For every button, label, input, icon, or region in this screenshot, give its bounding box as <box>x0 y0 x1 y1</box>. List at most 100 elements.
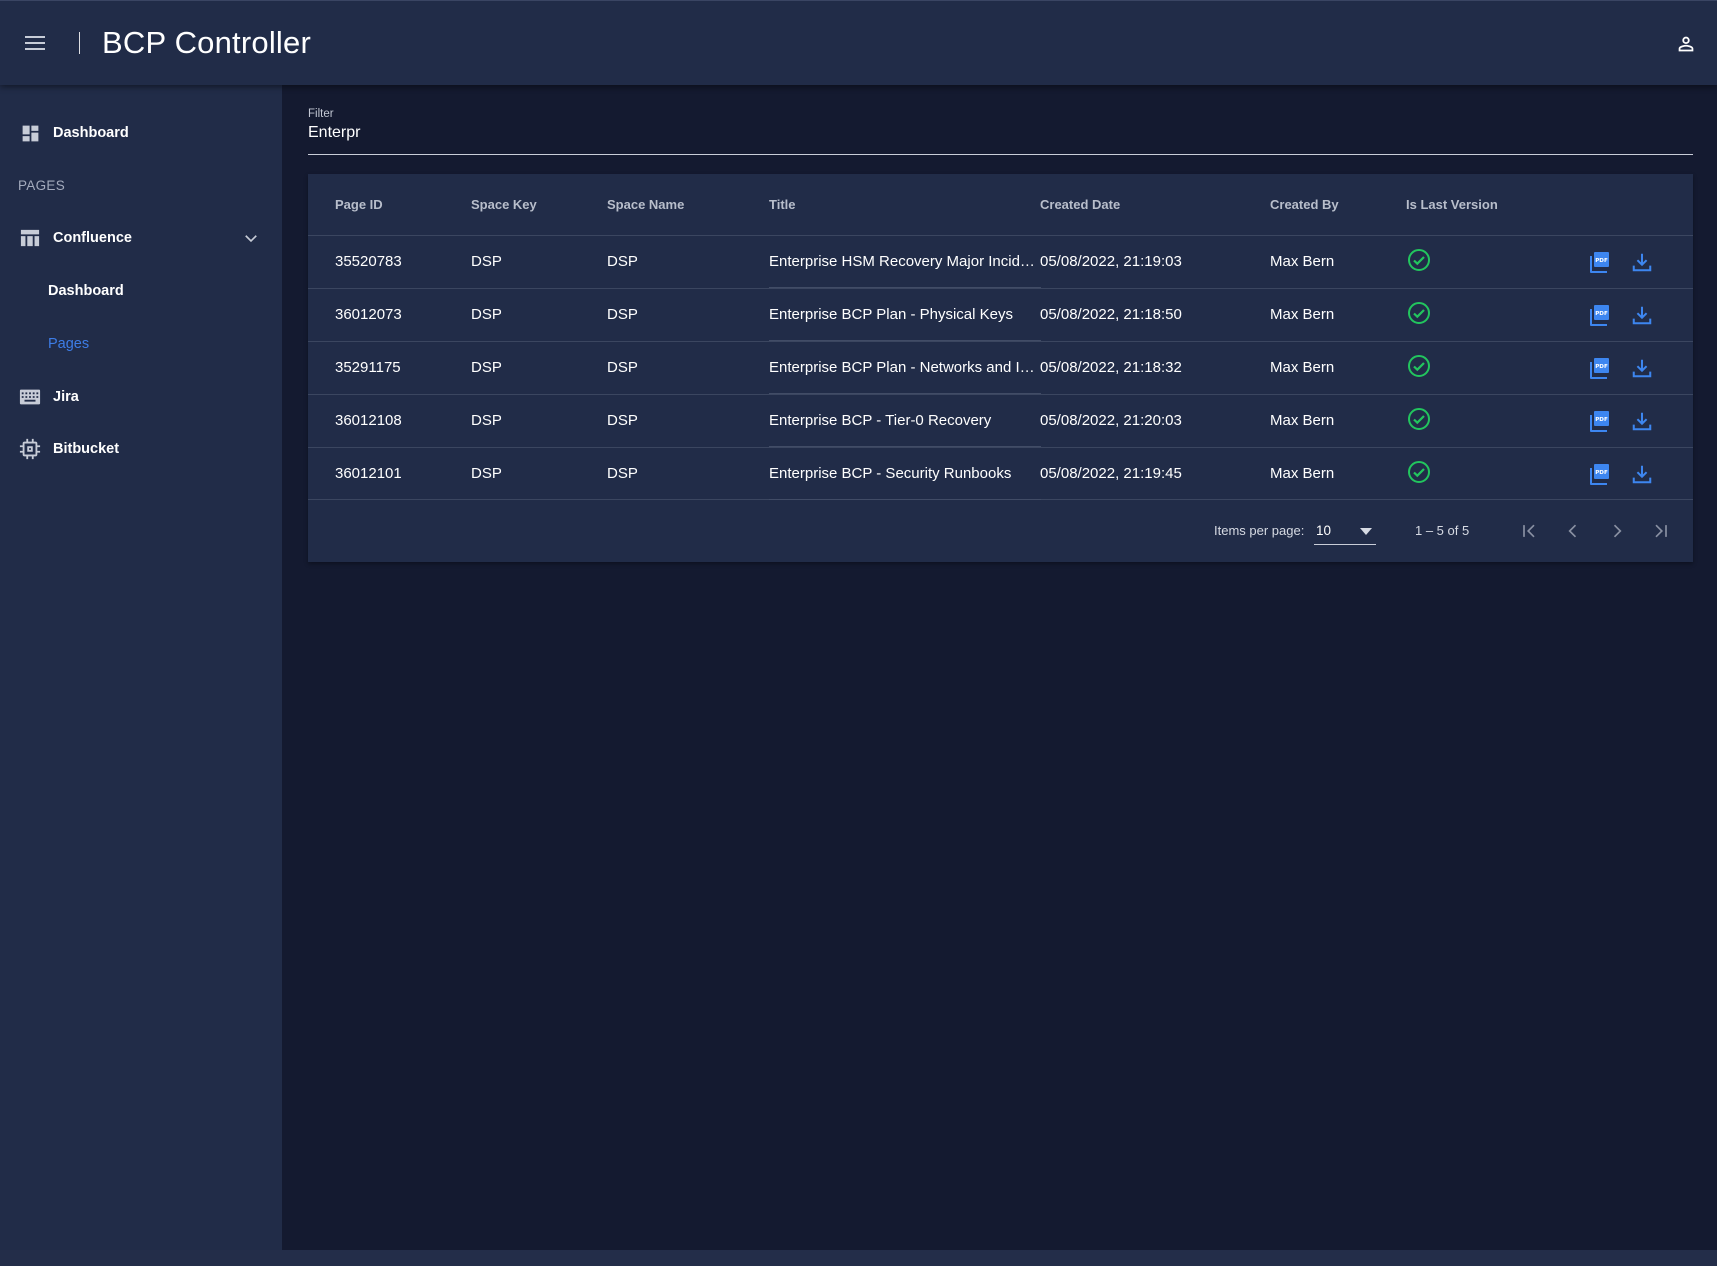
cell-created-by: Max Bern <box>1270 253 1335 270</box>
svg-text:PDF: PDF <box>1595 311 1608 317</box>
cell-space-name: DSP <box>607 465 638 482</box>
table-row[interactable]: 36012108 DSP DSP Enterprise BCP - Tier-0… <box>308 394 1693 447</box>
cell-space-name: DSP <box>607 412 638 429</box>
column-header-page-id[interactable]: Page ID <box>335 174 383 235</box>
filter-field[interactable]: Filter <box>308 108 1693 155</box>
chevron-down-icon[interactable] <box>242 229 260 247</box>
picture-as-pdf-icon[interactable]: PDF <box>1586 461 1612 487</box>
sidebar-item-bitbucket[interactable]: Bitbucket <box>0 427 282 471</box>
sidebar-item-label: Bitbucket <box>53 441 120 457</box>
table-header: Page ID Space Key Space Name Title Creat… <box>308 174 1693 235</box>
cell-created-date: 05/08/2022, 21:19:03 <box>1040 253 1182 270</box>
cell-page-id: 36012108 <box>335 412 402 429</box>
chip-icon <box>19 438 41 460</box>
pages-table: Page ID Space Key Space Name Title Creat… <box>308 174 1693 562</box>
picture-as-pdf-icon[interactable]: PDF <box>1586 408 1612 434</box>
cell-space-key: DSP <box>471 306 502 323</box>
table-icon <box>19 227 41 249</box>
cell-space-key: DSP <box>471 465 502 482</box>
column-header-space-name[interactable]: Space Name <box>607 174 684 235</box>
sidebar-item-confluence[interactable]: Confluence <box>0 216 282 260</box>
cell-title: Enterprise BCP Plan - Networks and In… <box>769 342 1041 394</box>
previous-page-button[interactable] <box>1559 517 1587 545</box>
sidebar-item-label: Dashboard <box>48 283 124 299</box>
download-icon[interactable] <box>1629 355 1655 381</box>
menu-icon <box>25 36 45 50</box>
filter-input[interactable] <box>308 124 1693 142</box>
cell-created-date: 05/08/2022, 21:20:03 <box>1040 412 1182 429</box>
cell-title: Enterprise BCP - Tier-0 Recovery <box>769 395 1041 447</box>
picture-as-pdf-icon[interactable]: PDF <box>1586 302 1612 328</box>
cell-space-name: DSP <box>607 253 638 270</box>
cell-space-key: DSP <box>471 359 502 376</box>
title-divider <box>79 32 80 54</box>
range-label: 1 – 5 of 5 <box>1415 523 1470 538</box>
check-circle-icon <box>1406 406 1432 432</box>
next-page-button[interactable] <box>1603 517 1631 545</box>
sidebar-item-dashboard[interactable]: Dashboard <box>0 111 282 155</box>
cell-page-id: 35520783 <box>335 253 402 270</box>
dashboard-grid-icon <box>19 122 41 144</box>
first-page-button[interactable] <box>1515 517 1543 545</box>
column-header-created-by[interactable]: Created By <box>1270 174 1339 235</box>
cell-space-name: DSP <box>607 359 638 376</box>
column-header-title[interactable]: Title <box>769 174 796 235</box>
picture-as-pdf-icon[interactable]: PDF <box>1586 249 1612 275</box>
menu-button[interactable] <box>0 1 70 86</box>
table-row[interactable]: 35291175 DSP DSP Enterprise BCP Plan - N… <box>308 341 1693 394</box>
cell-page-id: 36012101 <box>335 465 402 482</box>
svg-text:PDF: PDF <box>1595 470 1608 476</box>
table-row[interactable]: 36012073 DSP DSP Enterprise BCP Plan - P… <box>308 288 1693 341</box>
cell-page-id: 36012073 <box>335 306 402 323</box>
account-icon <box>1678 36 1694 52</box>
app-title: BCP Controller <box>102 25 311 60</box>
last-page-button[interactable] <box>1647 517 1675 545</box>
column-header-space-key[interactable]: Space Key <box>471 174 537 235</box>
cell-title: Enterprise HSM Recovery Major Incid… <box>769 236 1041 288</box>
cell-created-date: 05/08/2022, 21:18:50 <box>1040 306 1182 323</box>
cell-created-by: Max Bern <box>1270 359 1335 376</box>
sidebar-item-label: Confluence <box>53 230 132 246</box>
account-button[interactable] <box>1669 27 1703 61</box>
column-header-is-last-version[interactable]: Is Last Version <box>1406 174 1498 235</box>
items-per-page-label: Items per page: <box>1214 523 1305 538</box>
sidebar-item-jira[interactable]: Jira <box>0 375 282 419</box>
table-row[interactable]: 36012101 DSP DSP Enterprise BCP - Securi… <box>308 447 1693 500</box>
sidebar-item-label: Dashboard <box>53 125 129 141</box>
page-size-value: 10 <box>1316 523 1332 538</box>
filter-label: Filter <box>308 108 334 120</box>
download-icon[interactable] <box>1629 408 1655 434</box>
cell-space-key: DSP <box>471 253 502 270</box>
cell-space-key: DSP <box>471 412 502 429</box>
sidebar-item-label: Pages <box>48 336 90 352</box>
cell-title: Enterprise BCP - Security Runbooks <box>769 448 1041 500</box>
last-page-icon <box>1655 524 1667 538</box>
cell-page-id: 35291175 <box>335 359 401 376</box>
svg-text:PDF: PDF <box>1595 258 1608 264</box>
picture-as-pdf-icon[interactable]: PDF <box>1586 355 1612 381</box>
first-page-icon <box>1523 524 1535 538</box>
cell-title: Enterprise BCP Plan - Physical Keys <box>769 289 1041 341</box>
download-icon[interactable] <box>1629 461 1655 487</box>
keyboard-icon <box>19 386 41 408</box>
top-app-bar: BCP Controller <box>0 0 1717 85</box>
check-circle-icon <box>1406 459 1432 485</box>
page-size-select[interactable]: 10 <box>1314 515 1376 545</box>
cell-created-by: Max Bern <box>1270 306 1335 323</box>
check-circle-icon <box>1406 300 1432 326</box>
download-icon[interactable] <box>1629 302 1655 328</box>
cell-created-date: 05/08/2022, 21:19:45 <box>1040 465 1182 482</box>
sidebar-item-confluence-dashboard[interactable]: Dashboard <box>0 269 282 313</box>
cell-created-date: 05/08/2022, 21:18:32 <box>1040 359 1182 376</box>
sidebar-item-confluence-pages[interactable]: Pages <box>0 322 282 366</box>
chevron-left-icon <box>1568 524 1577 538</box>
dropdown-arrow-icon <box>1360 528 1372 535</box>
table-row[interactable]: 35520783 DSP DSP Enterprise HSM Recovery… <box>308 235 1693 288</box>
svg-text:PDF: PDF <box>1595 364 1608 370</box>
column-header-created-date[interactable]: Created Date <box>1040 174 1120 235</box>
download-icon[interactable] <box>1629 249 1655 275</box>
sidebar: Dashboard PAGES Confluence Dashboard Pag… <box>0 85 282 1250</box>
bottom-strip <box>0 1250 1717 1266</box>
paginator: Items per page: 10 1 – 5 of 5 <box>308 501 1693 562</box>
check-circle-icon <box>1406 353 1432 379</box>
